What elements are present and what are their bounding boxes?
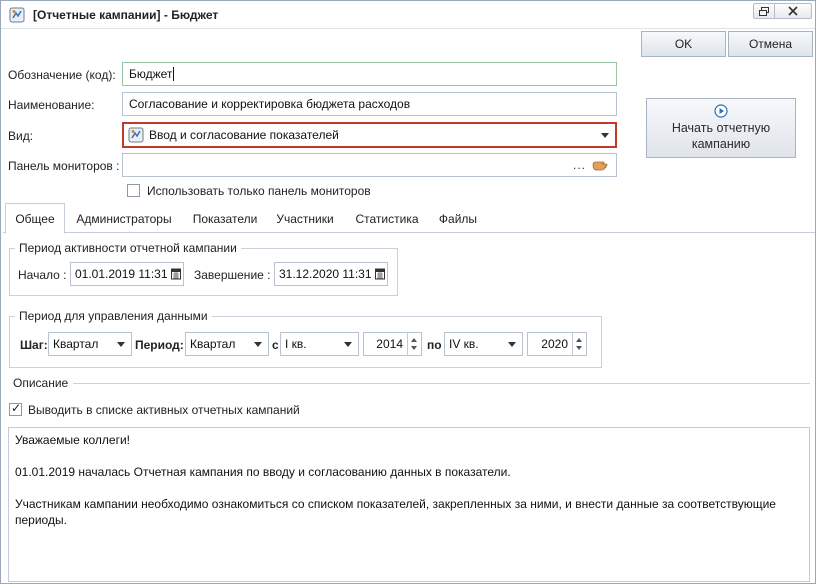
tab-files[interactable]: Файлы	[431, 203, 485, 234]
ok-button[interactable]: OK	[641, 31, 726, 57]
restore-button[interactable]	[753, 3, 775, 19]
only-monitors-label: Использовать только панель мониторов	[147, 184, 371, 198]
chevron-down-icon	[601, 133, 609, 138]
step-select[interactable]: Квартал	[48, 332, 132, 356]
from-year-spinner[interactable]: 2014	[363, 332, 422, 356]
close-button[interactable]	[774, 3, 812, 19]
campaign-app-icon	[9, 7, 25, 23]
restore-icon	[759, 6, 769, 16]
step-value: Квартал	[53, 337, 99, 351]
kind-label: Вид:	[8, 129, 34, 143]
tab-general[interactable]: Общее	[5, 203, 65, 234]
monitors-input[interactable]: ...	[122, 153, 617, 177]
name-value: Согласование и корректировка бюджета рас…	[129, 97, 411, 111]
description-line-3: Участникам кампании необходимо ознакомит…	[15, 497, 776, 527]
name-input[interactable]: Согласование и корректировка бюджета рас…	[122, 92, 617, 116]
description-title: Описание	[13, 376, 69, 390]
end-date-label: Завершение :	[194, 268, 271, 282]
text-caret	[173, 67, 175, 81]
period-label: Период:	[135, 338, 184, 352]
chevron-down-icon	[117, 342, 125, 347]
activity-period-title: Период активности отчетной кампании	[15, 241, 241, 255]
step-label: Шаг:	[20, 338, 48, 352]
description-line-2: 01.01.2019 началась Отчетная кампания по…	[15, 465, 511, 479]
to-year-spinner[interactable]: 2020	[527, 332, 587, 356]
tab-indicators[interactable]: Показатели	[185, 203, 265, 234]
end-date-value: 31.12.2020 11:31	[279, 267, 372, 281]
close-icon	[788, 6, 798, 16]
spinner-arrows-icon[interactable]	[572, 333, 586, 355]
dialog-window: [Отчетные кампании] - Бюджет OK Отмена О…	[0, 0, 816, 584]
ellipsis-button[interactable]: ...	[573, 158, 586, 172]
code-input[interactable]: Бюджет	[122, 62, 617, 86]
period-value: Квартал	[190, 337, 236, 351]
kind-icon	[128, 127, 144, 143]
start-campaign-label: Начать отчетную кампанию	[671, 121, 771, 151]
code-value: Бюджет	[129, 67, 173, 81]
chevron-down-icon	[254, 342, 262, 347]
description-textarea[interactable]: Уважаемые коллеги! 01.01.2019 началась О…	[8, 427, 810, 582]
to-quarter-value: IV кв.	[449, 337, 479, 351]
start-date-input[interactable]: 01.01.2019 11:31	[70, 262, 184, 286]
data-period-title: Период для управления данными	[15, 309, 212, 323]
code-label: Обозначение (код):	[8, 68, 116, 82]
name-label: Наименование:	[8, 98, 95, 112]
monitors-label: Панель мониторов :	[8, 159, 120, 173]
to-year-value: 2020	[541, 337, 568, 351]
tab-statistics[interactable]: Статистика	[347, 203, 427, 234]
start-campaign-button[interactable]: Начать отчетную кампанию	[646, 98, 796, 158]
from-quarter-select[interactable]: I кв.	[280, 332, 359, 356]
to-quarter-select[interactable]: IV кв.	[444, 332, 523, 356]
end-date-input[interactable]: 31.12.2020 11:31	[274, 262, 388, 286]
description-divider	[73, 383, 810, 384]
only-monitors-checkbox[interactable]	[127, 184, 140, 197]
play-icon	[714, 104, 728, 118]
window-title: [Отчетные кампании] - Бюджет	[33, 8, 219, 22]
show-active-label: Выводить в списке активных отчетных камп…	[28, 403, 300, 417]
from-year-value: 2014	[376, 337, 403, 351]
kind-value: Ввод и согласование показателей	[149, 128, 339, 142]
chevron-down-icon	[344, 342, 352, 347]
tab-administrators[interactable]: Администраторы	[69, 203, 179, 234]
show-active-checkbox[interactable]	[9, 401, 22, 416]
kind-select[interactable]: Ввод и согласование показателей	[122, 122, 617, 148]
hand-pointer-icon[interactable]	[592, 159, 608, 171]
to-label: по	[427, 338, 442, 352]
from-label: с	[272, 338, 279, 352]
period-select[interactable]: Квартал	[185, 332, 269, 356]
start-date-label: Начало :	[18, 268, 67, 282]
calendar-icon[interactable]	[375, 267, 385, 281]
tab-strip: Общее Администраторы Показатели Участник…	[3, 203, 815, 234]
start-date-value: 01.01.2019 11:31	[75, 267, 168, 281]
calendar-icon[interactable]	[171, 267, 181, 281]
cancel-button[interactable]: Отмена	[728, 31, 813, 57]
spinner-arrows-icon[interactable]	[407, 333, 421, 355]
from-quarter-value: I кв.	[285, 337, 307, 351]
tab-participants[interactable]: Участники	[269, 203, 341, 234]
title-bar: [Отчетные кампании] - Бюджет	[1, 1, 815, 29]
chevron-down-icon	[508, 342, 516, 347]
description-line-1: Уважаемые коллеги!	[15, 433, 131, 447]
